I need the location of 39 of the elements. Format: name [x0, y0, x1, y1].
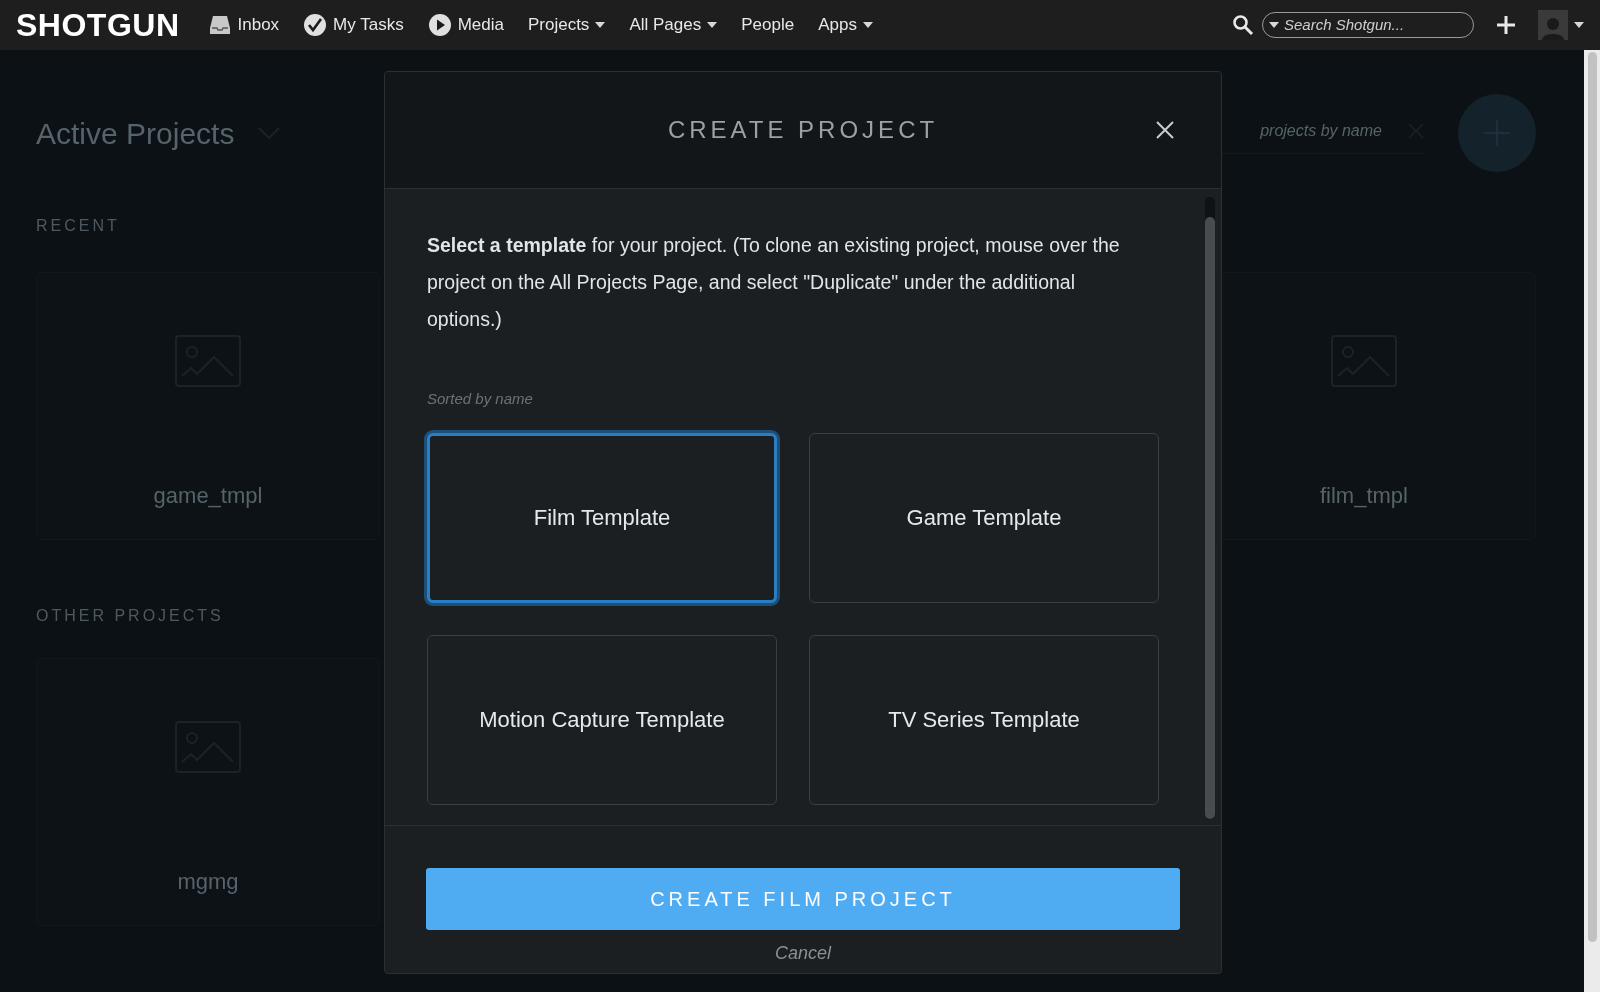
caret-icon [707, 22, 718, 28]
nav-item[interactable]: People [741, 12, 795, 38]
nav-item[interactable]: Projects [527, 12, 606, 38]
template-card[interactable]: Game Template [809, 432, 1159, 603]
caret-icon [862, 22, 873, 28]
add-icon[interactable] [1496, 15, 1516, 35]
section-heading: RECENT [36, 216, 121, 236]
inbox-icon [207, 13, 232, 37]
project-name: film_tmpl [1320, 482, 1408, 510]
nav-item[interactable]: Media [427, 12, 504, 38]
template-card[interactable]: TV Series Template [809, 634, 1159, 805]
nav-item[interactable]: Apps [818, 12, 873, 38]
template-card[interactable]: Motion Capture Template [427, 634, 777, 805]
nav-item[interactable]: Inbox [207, 12, 280, 38]
search-input[interactable]: Search Shotgun... [1284, 13, 1467, 37]
search-placeholder: projects by name [1260, 120, 1382, 141]
cancel-link[interactable]: Cancel [775, 940, 831, 967]
logo[interactable]: SHOTGUN [16, 1, 180, 49]
caret-icon [1574, 22, 1584, 28]
page-scrollbar[interactable] [1584, 50, 1600, 992]
play-circle-icon [427, 13, 452, 37]
template-card[interactable]: Film Template [427, 432, 777, 603]
check-circle-icon [303, 13, 328, 37]
search-icon[interactable] [1232, 14, 1254, 36]
dialog-scrollbar[interactable] [1205, 197, 1215, 819]
page-title: Active Projects [36, 115, 235, 152]
section-heading: OTHER PROJECTS [36, 606, 225, 626]
project-name: mgmg [177, 868, 239, 896]
caret-icon [595, 22, 606, 28]
close-button[interactable] [1155, 120, 1175, 140]
dialog-title: CREATE PROJECT [667, 115, 939, 145]
close-icon [1156, 121, 1174, 139]
user-avatar[interactable] [1538, 10, 1568, 40]
sort-note: Sorted by name [427, 389, 534, 409]
caret-icon [1269, 22, 1279, 28]
intro-text: Select a template for your project. (To clone an existing project, mouse over the project on the All Projects Page, and select "Duplicate" under the additional options.) [427, 233, 1121, 332]
nav-item[interactable]: My Tasks [303, 12, 404, 38]
nav-item[interactable]: All Pages [629, 12, 718, 38]
project-name: game_tmpl [153, 482, 263, 510]
